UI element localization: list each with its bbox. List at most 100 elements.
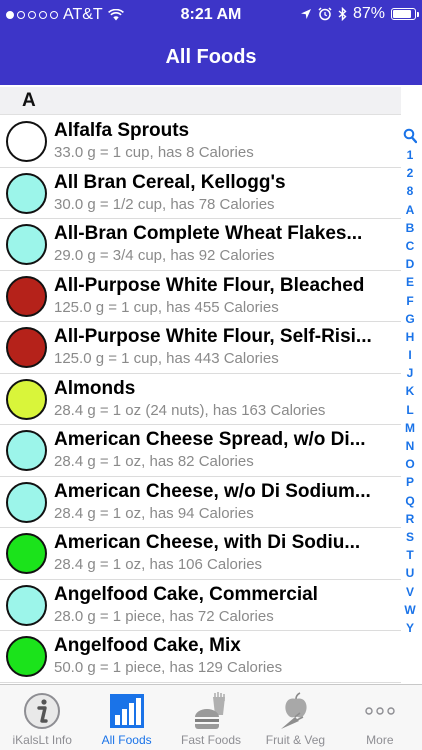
calorie-color-circle-icon bbox=[6, 172, 47, 214]
food-serving-detail: 125.0 g = 1 cup, has 455 Calories bbox=[54, 298, 279, 316]
tab-more[interactable]: More bbox=[338, 685, 422, 750]
index-letter[interactable]: 2 bbox=[407, 164, 414, 182]
bar-chart-icon bbox=[109, 694, 144, 728]
battery-fill bbox=[393, 10, 412, 18]
calorie-color-circle-icon bbox=[6, 378, 47, 420]
index-letter[interactable]: 8 bbox=[407, 182, 414, 200]
calorie-color-circle-icon bbox=[6, 430, 47, 471]
food-serving-detail: 125.0 g = 1 cup, has 443 Calories bbox=[54, 350, 279, 367]
food-list: Alfalfa Sprouts 33.0 g = 1 cup, has 8 Ca… bbox=[0, 116, 401, 683]
food-list-item[interactable]: All-Purpose White Flour, Bleached 125.0 … bbox=[0, 271, 401, 322]
index-letter[interactable]: F bbox=[406, 292, 413, 310]
battery-percent: 87% bbox=[352, 5, 385, 22]
index-letter[interactable]: L bbox=[406, 401, 413, 419]
food-list-item[interactable]: American Cheese, w/o Di Sodium... 28.4 g… bbox=[0, 477, 401, 528]
food-serving-detail: 28.4 g = 1 oz, has 82 Calories bbox=[54, 453, 254, 470]
index-letter[interactable]: T bbox=[406, 546, 413, 564]
tab-bar: iKalsLt Info All Foods Fast Foods Fruit … bbox=[0, 684, 422, 750]
food-name: American Cheese Spread, w/o Di... bbox=[54, 429, 366, 450]
index-letter[interactable]: U bbox=[406, 564, 415, 582]
food-serving-detail: 30.0 g = 1/2 cup, has 78 Calories bbox=[54, 195, 275, 213]
index-letter[interactable]: B bbox=[406, 219, 415, 237]
index-letter[interactable]: J bbox=[407, 364, 414, 382]
tab-label: Fast Foods bbox=[181, 733, 242, 747]
info-icon bbox=[24, 693, 61, 729]
food-list-item[interactable]: Angelfood Cake, Mix 50.0 g = 1 piece, ha… bbox=[0, 631, 401, 683]
battery-icon bbox=[391, 8, 419, 20]
index-letter[interactable]: C bbox=[406, 237, 415, 255]
food-list-item[interactable]: American Cheese Spread, w/o Di... 28.4 g… bbox=[0, 425, 401, 477]
food-list-item[interactable]: Angelfood Cake, Commercial 28.0 g = 1 pi… bbox=[0, 580, 401, 631]
fast-food-icon bbox=[195, 692, 226, 729]
food-list-item[interactable]: All-Purpose White Flour, Self-Risi... 12… bbox=[0, 322, 401, 374]
food-serving-detail: 33.0 g = 1 cup, has 8 Calories bbox=[54, 144, 254, 161]
food-list-item[interactable]: American Cheese, with Di Sodiu... 28.4 g… bbox=[0, 528, 401, 580]
food-name: All Bran Cereal, Kellogg's bbox=[54, 171, 286, 193]
food-name: Angelfood Cake, Commercial bbox=[54, 583, 318, 605]
index-letter[interactable]: S bbox=[406, 528, 414, 546]
section-letter: A bbox=[22, 90, 36, 111]
bluetooth-icon bbox=[338, 7, 347, 21]
food-name: Alfalfa Sprouts bbox=[54, 120, 190, 141]
section-header: A bbox=[0, 87, 401, 115]
food-name: All-Purpose White Flour, Bleached bbox=[54, 274, 365, 296]
food-serving-detail: 28.4 g = 1 oz, has 94 Calories bbox=[54, 504, 254, 522]
index-letter[interactable]: N bbox=[406, 437, 415, 455]
index-letter[interactable]: I bbox=[408, 346, 411, 364]
food-serving-detail: 28.0 g = 1 piece, has 72 Calories bbox=[54, 607, 274, 625]
tab-label: iKalsLt Info bbox=[12, 733, 72, 747]
food-serving-detail: 28.4 g = 1 oz, has 106 Calories bbox=[54, 556, 263, 573]
tab-label: More bbox=[366, 733, 394, 747]
index-letter[interactable]: M bbox=[405, 419, 415, 437]
fruit-veg-icon bbox=[281, 692, 308, 729]
food-name: American Cheese, w/o Di Sodium... bbox=[54, 480, 371, 502]
calorie-color-circle-icon bbox=[6, 533, 47, 574]
index-letter[interactable]: G bbox=[405, 310, 414, 328]
tab-fast-foods[interactable]: Fast Foods bbox=[169, 685, 253, 750]
index-letter[interactable]: D bbox=[406, 255, 415, 273]
status-bar: AT&T 8:21 AM 87% bbox=[0, 0, 422, 30]
food-serving-detail: 29.0 g = 3/4 cup, has 92 Calories bbox=[54, 247, 275, 264]
calorie-color-circle-icon bbox=[6, 481, 47, 523]
index-letter[interactable]: P bbox=[406, 473, 414, 491]
tab-label: Fruit & Veg bbox=[265, 733, 326, 747]
food-list-item[interactable]: All-Bran Complete Wheat Flakes... 29.0 g… bbox=[0, 219, 401, 271]
tab-ikalslt-info[interactable]: iKalsLt Info bbox=[0, 685, 84, 750]
tab-label: All Foods bbox=[101, 733, 152, 747]
location-arrow-icon bbox=[300, 9, 311, 19]
index-letter[interactable]: W bbox=[404, 601, 415, 619]
calorie-color-circle-icon bbox=[6, 224, 47, 265]
calorie-color-circle-icon bbox=[6, 121, 47, 162]
tab-fruit-veg[interactable]: Fruit & Veg bbox=[253, 685, 337, 750]
food-name: Almonds bbox=[54, 377, 136, 399]
index-letter[interactable]: O bbox=[405, 455, 414, 473]
food-list-item[interactable]: Almonds 28.4 g = 1 oz (24 nuts), has 163… bbox=[0, 374, 401, 425]
index-letter[interactable]: E bbox=[406, 273, 414, 291]
food-name: American Cheese, with Di Sodiu... bbox=[54, 532, 361, 553]
status-right: 87% bbox=[300, 5, 419, 23]
more-icon bbox=[365, 707, 395, 715]
food-name: Angelfood Cake, Mix bbox=[54, 635, 241, 656]
section-index[interactable]: 128ABCDEFGHIJKLMNOPQRSTUVWY bbox=[402, 128, 418, 637]
navigation-bar: All Foods bbox=[0, 30, 422, 85]
index-letter[interactable]: H bbox=[406, 328, 415, 346]
food-list-item[interactable]: Alfalfa Sprouts 33.0 g = 1 cup, has 8 Ca… bbox=[0, 116, 401, 168]
index-letter[interactable]: Y bbox=[406, 619, 414, 637]
index-letter[interactable]: V bbox=[406, 583, 414, 601]
index-letter[interactable]: Q bbox=[405, 492, 414, 510]
food-name: All-Purpose White Flour, Self-Risi... bbox=[54, 326, 372, 347]
index-letter[interactable]: K bbox=[406, 382, 415, 400]
food-name: All-Bran Complete Wheat Flakes... bbox=[54, 223, 363, 244]
index-letter[interactable]: R bbox=[406, 510, 415, 528]
food-serving-detail: 28.4 g = 1 oz (24 nuts), has 163 Calorie… bbox=[54, 401, 326, 419]
index-letter[interactable]: A bbox=[406, 201, 415, 219]
tab-all-foods[interactable]: All Foods bbox=[84, 685, 168, 750]
calorie-color-circle-icon bbox=[6, 584, 47, 626]
index-letter[interactable]: 1 bbox=[407, 146, 414, 164]
calorie-color-circle-icon bbox=[6, 636, 47, 677]
calorie-color-circle-icon bbox=[6, 327, 47, 368]
food-list-item[interactable]: All Bran Cereal, Kellogg's 30.0 g = 1/2 … bbox=[0, 168, 401, 219]
search-icon[interactable] bbox=[403, 128, 417, 144]
food-serving-detail: 50.0 g = 1 piece, has 129 Calories bbox=[54, 659, 283, 676]
page-title: All Foods bbox=[165, 46, 257, 68]
